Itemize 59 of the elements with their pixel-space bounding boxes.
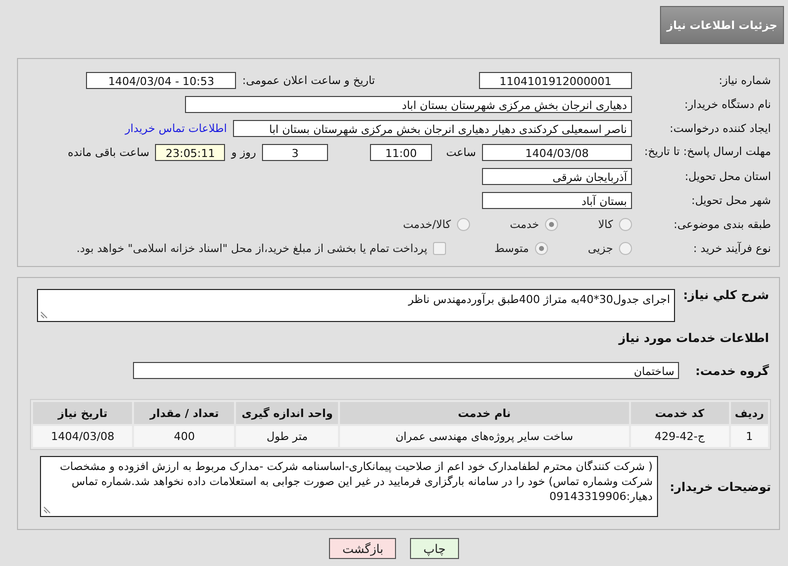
option-label: کالا xyxy=(598,218,613,230)
field-label: مهلت ارسال پاسخ: تا تاریخ: xyxy=(643,145,772,159)
text-field[interactable]: 11:00 xyxy=(370,144,432,160)
days-label: روز و xyxy=(231,146,256,158)
text-area[interactable]: اجرای جدول30*40به متراژ 400طبق برآوردمهندس ناظر xyxy=(37,289,676,322)
option-label: خدمت xyxy=(510,218,540,230)
column-header: نام خدمت xyxy=(340,402,629,424)
print-button[interactable]: چاپ xyxy=(410,538,459,559)
text-field[interactable]: 1404/03/04 - 10:53 xyxy=(86,72,236,88)
field-label: ایجاد کننده درخواست: xyxy=(668,122,772,134)
text-field[interactable]: 1104101912000001 xyxy=(479,72,632,88)
field-label: شهر محل تحویل: xyxy=(690,194,772,206)
text-field[interactable]: دهیاری انرجان بخش مرکزی شهرستان بستان اباد xyxy=(185,96,632,112)
field-label: شرح کلي نياز: xyxy=(683,288,769,302)
remaining-label: ساعت باقی مانده xyxy=(68,146,150,158)
field-label: تاریخ و ساعت اعلان عمومی: xyxy=(242,74,375,86)
text-field[interactable]: ناصر اسمعیلی کردکندی دهیار دهیاری انرجان بخش مرکزی شهرستان بستان ابا xyxy=(233,120,632,136)
option-label: کالا/خدمت xyxy=(403,218,451,230)
table-cell: 1404/03/08 xyxy=(33,426,132,447)
table-cell: متر طول xyxy=(236,426,338,447)
table-cell: 1 xyxy=(730,426,768,447)
radio-button[interactable] xyxy=(545,218,558,230)
text-field[interactable]: ساختمان xyxy=(133,362,680,379)
radio-button[interactable] xyxy=(456,218,470,230)
field-label: شماره نیاز: xyxy=(718,74,772,86)
section-title: اطلاعات خدمات مورد نیاز xyxy=(617,331,769,345)
text-area[interactable]: ( شرکت کنندگان محترم لطفامدارک خود اعم از صلاحیت پیمانکاری-اساسنامه شرکت -مدارک مربوط به ارزش افزوده و مشخصات شرکت وشماره تماس) خود را در سامانه بارگزاری فرمایید در غیر این صورت جوابی به استعلامات داده نخواهد شد.شماره تماس دهیار:09143319906 xyxy=(40,456,658,517)
table-cell: ساخت سایر پروژه‌های مهندسی عمران xyxy=(340,426,629,447)
contact-link[interactable]: اطلاعات تماس خریدار xyxy=(125,122,227,134)
time-label: ساعت xyxy=(446,146,476,158)
option-label: جزیی xyxy=(588,242,613,254)
radio-button[interactable] xyxy=(619,218,632,230)
text-field[interactable]: 1404/03/08 xyxy=(482,144,632,160)
field-label: نام دستگاه خریدار: xyxy=(683,98,772,110)
text-field[interactable]: 3 xyxy=(262,144,328,160)
resize-grip-icon[interactable] xyxy=(40,310,50,319)
field-label: استان محل تحویل: xyxy=(684,170,772,182)
table-cell: 400 xyxy=(134,426,234,447)
checkbox[interactable] xyxy=(433,242,446,254)
column-header: کد خدمت xyxy=(630,402,729,424)
resize-grip-icon[interactable] xyxy=(42,505,52,514)
option-label: متوسط xyxy=(494,242,529,254)
page-title: جزئیات اطلاعات نیاز xyxy=(660,6,784,44)
column-header: تعداد / مقدار xyxy=(134,402,234,424)
radio-button[interactable] xyxy=(534,242,548,254)
text-field[interactable]: آذربایجان شرقی xyxy=(482,168,632,184)
text-field[interactable]: بستان آباد xyxy=(482,192,632,208)
column-header: تاریخ نیاز xyxy=(33,402,132,424)
checkbox-label: پرداخت تمام یا بخشی از مبلغ خرید،از محل "اسناد خزانه اسلامی" خواهد بود. xyxy=(76,242,428,254)
field-label: گروه خدمت: xyxy=(695,364,769,378)
table-cell: ج-42-429 xyxy=(630,426,729,447)
radio-button[interactable] xyxy=(619,242,632,254)
column-header: واحد اندازه گیری xyxy=(236,402,338,424)
back-button[interactable]: بازگشت xyxy=(329,538,396,559)
field-label: توضیحات خریدار: xyxy=(670,480,771,494)
field-label: طبقه بندی موضوعی: xyxy=(672,218,772,230)
column-header: ردیف xyxy=(730,402,768,424)
field-label: نوع فرآیند خرید : xyxy=(692,242,772,254)
text-field[interactable]: 23:05:11 xyxy=(155,144,226,160)
